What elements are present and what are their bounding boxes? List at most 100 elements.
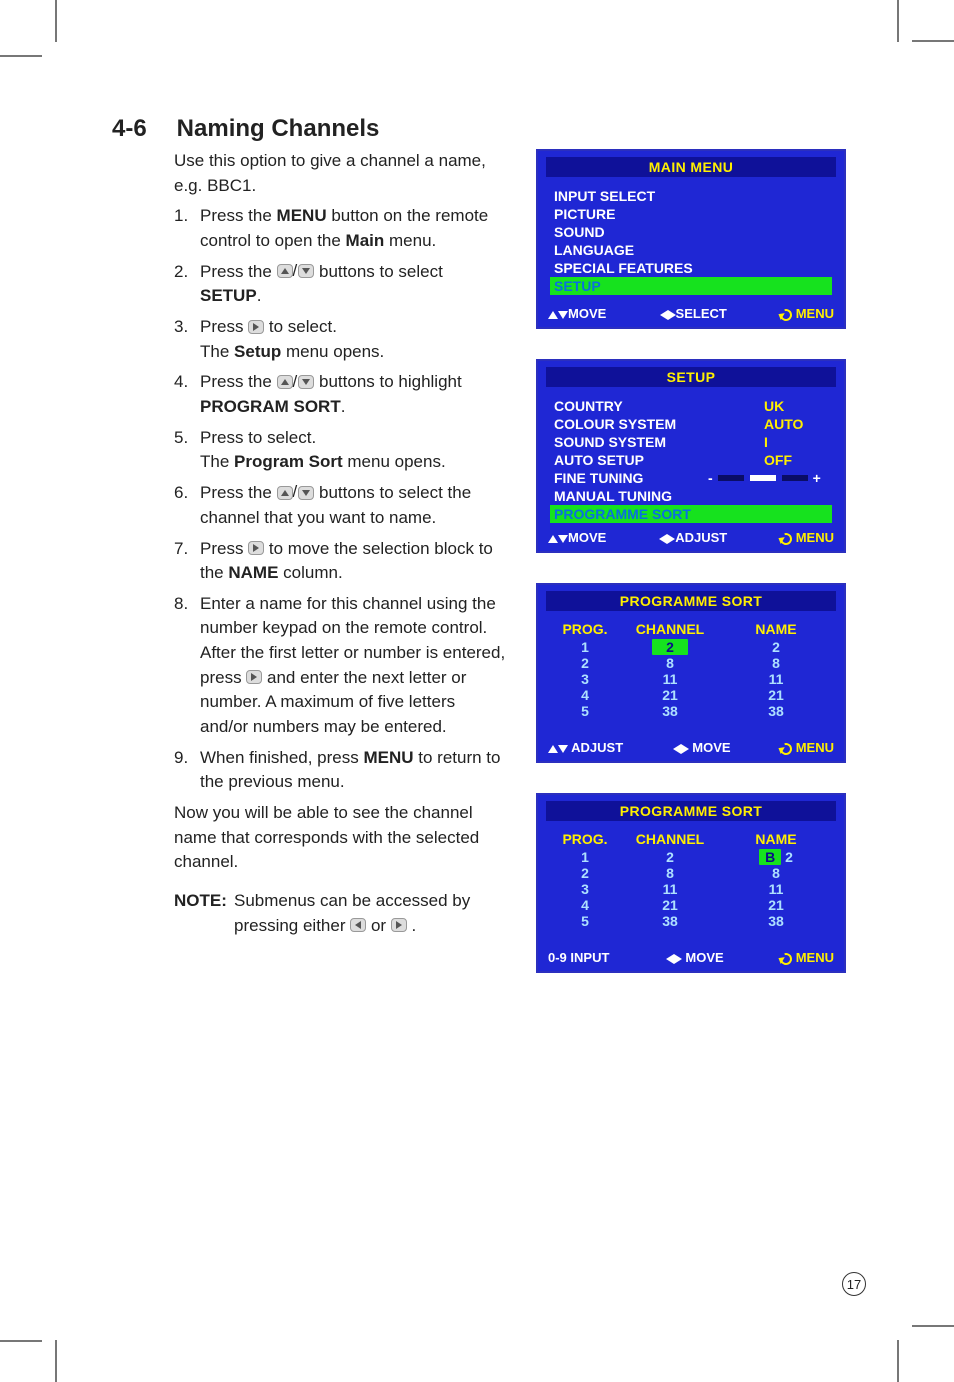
table-row[interactable]: 53838 [550, 913, 832, 929]
table-row[interactable]: 42121 [550, 687, 832, 703]
step-number: 3. [174, 315, 200, 364]
note-label: NOTE: [174, 889, 234, 938]
menu-item[interactable]: COLOUR SYSTEMAUTO [550, 415, 832, 433]
step-number: 2. [174, 260, 200, 309]
section-number: 4-6 [112, 115, 170, 143]
menu-item[interactable]: INPUT SELECT [550, 187, 832, 205]
intro-text: Use this option to give a channel a name… [174, 149, 508, 198]
menu-item[interactable]: PROGRAMME SORT [550, 505, 832, 523]
right-button-icon [248, 320, 264, 334]
footer-menu: MENU [780, 530, 834, 545]
table-row[interactable]: 122 [550, 639, 832, 655]
menu-item[interactable]: FINE TUNING-+ [550, 469, 832, 487]
footer-menu: MENU [780, 950, 834, 965]
crop-mark [912, 1325, 954, 1327]
menu-item[interactable]: PICTURE [550, 205, 832, 223]
step-body: Press the MENU button on the remote cont… [200, 204, 508, 253]
up-down-button-icon: / [277, 259, 315, 284]
step-number: 8. [174, 592, 200, 740]
right-button-icon [246, 670, 262, 684]
step-item: 6.Press the / buttons to select the chan… [174, 481, 508, 530]
step-number: 1. [174, 204, 200, 253]
step-number: 6. [174, 481, 200, 530]
tv-panel-programme-sort-2: PROGRAMME SORT PROG.CHANNELNAME 12B 22883… [536, 793, 846, 973]
step-item: 9.When finished, press MENU to return to… [174, 746, 508, 795]
screenshots-column: MAIN MENU INPUT SELECTPICTURESOUNDLANGUA… [536, 149, 846, 973]
note-text: . [412, 916, 417, 935]
panel-title: PROGRAMME SORT [546, 801, 836, 821]
step-item: 4.Press the / buttons to highlight PROGR… [174, 370, 508, 419]
crop-mark [0, 55, 42, 57]
footer-menu: MENU [780, 740, 834, 755]
step-item: 1.Press the MENU button on the remote co… [174, 204, 508, 253]
footer-menu: MENU [780, 306, 834, 321]
step-body: Press to select.The Program Sort menu op… [200, 426, 508, 475]
menu-item[interactable]: COUNTRYUK [550, 397, 832, 415]
step-number: 5. [174, 426, 200, 475]
step-item: 3.Press to select.The Setup menu opens. [174, 315, 508, 364]
step-item: 8.Enter a name for this channel using th… [174, 592, 508, 740]
table-row[interactable]: 31111 [550, 671, 832, 687]
table-row[interactable]: 288 [550, 865, 832, 881]
menu-item[interactable]: LANGUAGE [550, 241, 832, 259]
table-row[interactable]: 288 [550, 655, 832, 671]
footer-move: MOVE [666, 950, 724, 965]
footer-move: MOVE [673, 740, 731, 755]
menu-item[interactable]: SETUP [550, 277, 832, 295]
menu-item[interactable]: SOUND [550, 223, 832, 241]
step-number: 9. [174, 746, 200, 795]
step-item: 5.Press to select.The Program Sort menu … [174, 426, 508, 475]
panel-title: SETUP [546, 367, 836, 387]
right-button-icon [391, 918, 407, 932]
step-body: Press the / buttons to select the channe… [200, 481, 508, 530]
tv-panel-setup: SETUP COUNTRYUKCOLOUR SYSTEMAUTOSOUND SY… [536, 359, 846, 553]
section-title: Naming Channels [177, 115, 380, 142]
panel-title: MAIN MENU [546, 157, 836, 177]
closing-text: Now you will be able to see the channel … [174, 801, 508, 875]
table-header: PROG.CHANNELNAME [550, 621, 832, 637]
right-button-icon [248, 541, 264, 555]
note-body: Submenus can be accessed by pressing eit… [234, 889, 508, 938]
menu-item[interactable]: MANUAL TUNING [550, 487, 832, 505]
step-body: Enter a name for this channel using the … [200, 592, 508, 740]
crop-mark [55, 0, 57, 42]
menu-item[interactable]: SPECIAL FEATURES [550, 259, 832, 277]
crop-mark [55, 1340, 57, 1382]
menu-item[interactable]: AUTO SETUPOFF [550, 451, 832, 469]
left-button-icon [350, 918, 366, 932]
step-body: Press to move the selection block to the… [200, 537, 508, 586]
steps-list: 1.Press the MENU button on the remote co… [174, 204, 508, 795]
up-down-button-icon: / [277, 370, 315, 395]
note-text: or [371, 916, 391, 935]
footer-adjust: ADJUST [659, 530, 727, 545]
table-row[interactable]: 42121 [550, 897, 832, 913]
step-body: Press the / buttons to select SETUP. [200, 260, 508, 309]
footer-move: MOVE [548, 306, 606, 321]
footer-adjust: ADJUST [548, 740, 623, 755]
footer-select: SELECT [660, 306, 727, 321]
crop-mark [897, 0, 899, 42]
tv-panel-main-menu: MAIN MENU INPUT SELECTPICTURESOUNDLANGUA… [536, 149, 846, 329]
page-number: 17 [842, 1272, 866, 1296]
step-number: 4. [174, 370, 200, 419]
section-heading: 4-6 Naming Channels [112, 115, 856, 143]
menu-item[interactable]: SOUND SYSTEMI [550, 433, 832, 451]
step-item: 7.Press to move the selection block to t… [174, 537, 508, 586]
crop-mark [0, 1340, 42, 1342]
step-number: 7. [174, 537, 200, 586]
table-row[interactable]: 12B 2 [550, 849, 832, 865]
step-body: Press to select.The Setup menu opens. [200, 315, 508, 364]
up-down-button-icon: / [277, 480, 315, 505]
crop-mark [912, 40, 954, 42]
step-item: 2.Press the / buttons to select SETUP. [174, 260, 508, 309]
table-row[interactable]: 53838 [550, 703, 832, 719]
instructions-column: Use this option to give a channel a name… [116, 149, 508, 973]
step-body: Press the / buttons to highlight PROGRAM… [200, 370, 508, 419]
tv-panel-programme-sort-1: PROGRAMME SORT PROG.CHANNELNAME 122288311… [536, 583, 846, 763]
table-row[interactable]: 31111 [550, 881, 832, 897]
crop-mark [897, 1340, 899, 1382]
step-body: When finished, press MENU to return to t… [200, 746, 508, 795]
footer-input: 0-9 INPUT [548, 950, 609, 965]
table-header: PROG.CHANNELNAME [550, 831, 832, 847]
panel-title: PROGRAMME SORT [546, 591, 836, 611]
